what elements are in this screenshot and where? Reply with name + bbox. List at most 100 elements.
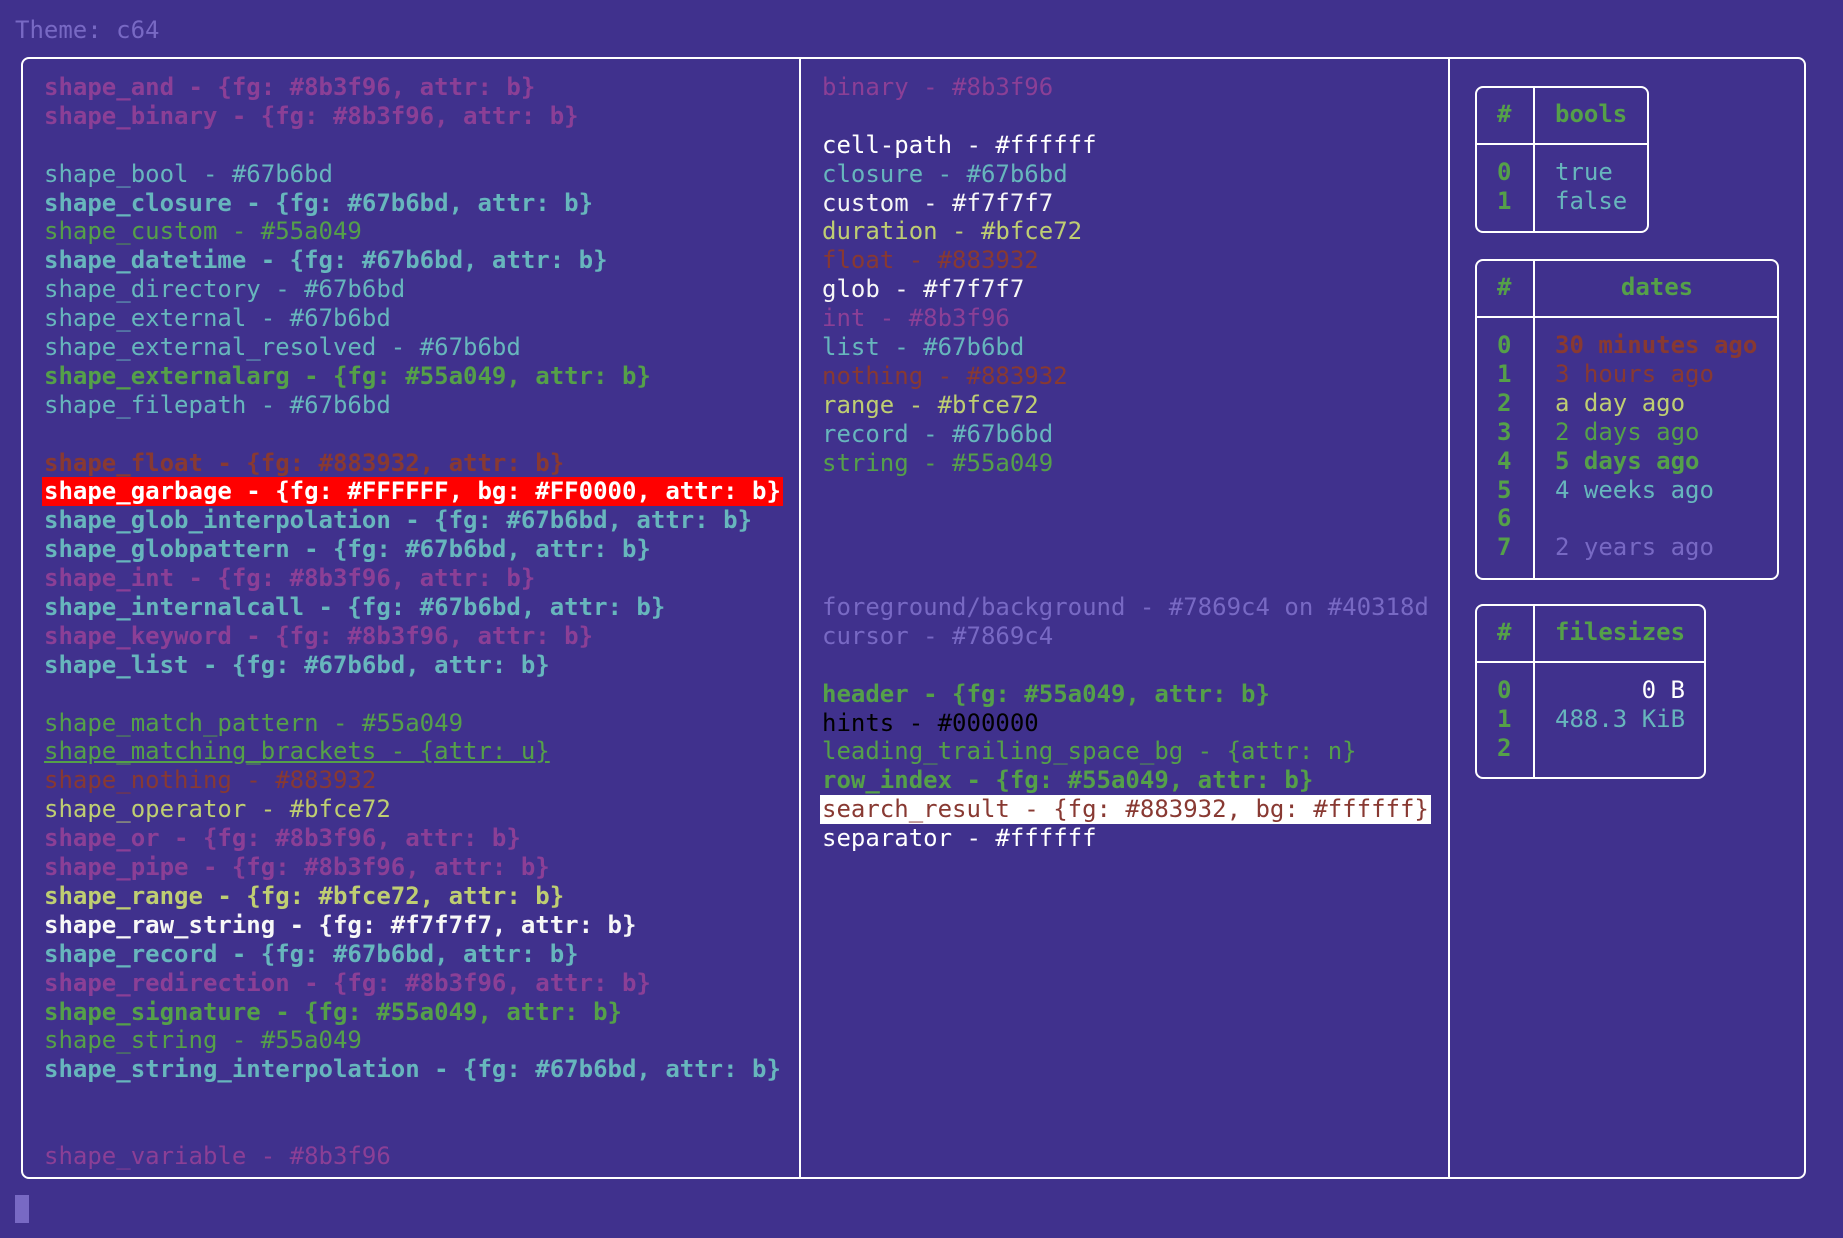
shape-style-line [44, 1084, 783, 1113]
shape-style-line: shape_pipe - {fg: #8b3f96, attr: b} [44, 853, 783, 882]
shape-style-text: shape_redirection - {fg: #8b3f96, attr: … [44, 968, 651, 997]
type-style-text: range - #bfce72 [822, 390, 1039, 419]
type-style-text: string - #55a049 [822, 448, 1054, 477]
type-style-text: cursor - #7869c4 [822, 621, 1054, 650]
type-style-text: custom - #f7f7f7 [822, 188, 1054, 217]
filesizes-index-header: # [1497, 618, 1512, 646]
shape-style-text: shape_internalcall - {fg: #67b6bd, attr:… [44, 593, 666, 622]
shape-style-text: shape_raw_string - {fg: #f7f7f7, attr: b… [44, 910, 637, 939]
shape-style-text: shape_directory - #67b6bd [44, 275, 406, 304]
shape-style-text: shape_pipe - {fg: #8b3f96, attr: b} [44, 853, 550, 882]
dates-row-index: 7 [1497, 533, 1512, 562]
type-style-line: foreground/background - #7869c4 on #4031… [822, 593, 1431, 622]
filesizes-header: filesizes [1555, 618, 1686, 646]
type-style-line: int - #8b3f96 [822, 304, 1431, 333]
dates-row-value: a day ago [1555, 388, 1686, 417]
shape-style-line: shape_directory - #67b6bd [44, 275, 783, 304]
shape-style-text: shape_nothing - #883932 [44, 766, 377, 795]
type-style-line: cell-path - #ffffff [822, 131, 1431, 160]
shape-style-line [44, 680, 783, 709]
type-style-line: cursor - #7869c4 [822, 622, 1431, 651]
type-style-line [822, 564, 1431, 593]
type-style-line: leading_trailing_space_bg - {attr: n} [822, 737, 1431, 766]
type-style-text: leading_trailing_space_bg - {attr: n} [822, 737, 1357, 766]
shape-style-text: shape_bool - #67b6bd [44, 159, 333, 188]
shape-style-line: shape_signature - {fg: #55a049, attr: b} [44, 998, 783, 1027]
shape-style-text: shape_garbage - {fg: #FFFFFF, bg: #FF000… [42, 477, 783, 507]
shape-style-line: shape_or - {fg: #8b3f96, attr: b} [44, 824, 783, 853]
shape-style-text: shape_datetime - {fg: #67b6bd, attr: b} [44, 246, 608, 275]
bools-row-value: true [1555, 158, 1613, 186]
shape-style-line: shape_internalcall - {fg: #67b6bd, attr:… [44, 593, 783, 622]
shape-style-text: shape_glob_interpolation - {fg: #67b6bd,… [44, 506, 753, 535]
dates-table: # dates 0 30 minutes ago 1 3 hours ago 2 a da… [1475, 259, 1779, 580]
filesizes-row-value: 0 B [1641, 676, 1685, 704]
type-style-line: range - #bfce72 [822, 391, 1431, 420]
type-style-text: glob - #f7f7f7 [822, 275, 1025, 304]
filesizes-row-index: 0 [1497, 676, 1512, 704]
type-style-text: foreground/background - #7869c4 on #4031… [822, 593, 1429, 622]
type-style-line: binary - #8b3f96 [822, 73, 1431, 102]
shape-style-line: shape_external_resolved - #67b6bd [44, 333, 783, 362]
bools-table: # bools 0 true 1 false [1475, 86, 1649, 233]
column-divider-right [1448, 59, 1450, 1177]
shape-style-line: shape_filepath - #67b6bd [44, 391, 783, 420]
dates-row-index: 1 [1497, 359, 1512, 388]
filesizes-row-index: 1 [1497, 704, 1512, 733]
type-style-text: closure - #67b6bd [822, 159, 1068, 188]
type-style-text: cell-path - #ffffff [822, 130, 1097, 159]
dates-row-index: 2 [1497, 388, 1512, 417]
type-style-text: row_index - {fg: #55a049, attr: b} [822, 766, 1314, 795]
shape-style-line [44, 420, 783, 449]
type-style-text: hints - #000000 [822, 708, 1039, 737]
type-style-text: float - #883932 [822, 246, 1039, 275]
filesizes-table: # filesizes 0 0 B 1 488.3 KiB 2 [1475, 604, 1706, 779]
dates-row-index: 5 [1497, 475, 1512, 504]
dates-row-value: 30 minutes ago [1555, 331, 1758, 359]
dates-row-value: 4 weeks ago [1555, 475, 1714, 504]
shape-style-text: shape_filepath - #67b6bd [44, 390, 391, 419]
shape-style-line: shape_record - {fg: #67b6bd, attr: b} [44, 940, 783, 969]
shape-style-line: shape_range - {fg: #bfce72, attr: b} [44, 882, 783, 911]
shape-style-line: shape_matching_brackets - {attr: u} [44, 737, 783, 766]
type-style-line: string - #55a049 [822, 449, 1431, 478]
type-style-line [822, 506, 1431, 535]
column-divider-left [799, 59, 801, 1177]
dates-row-value: 3 hours ago [1555, 359, 1714, 388]
shape-style-text: shape_string - #55a049 [44, 1026, 362, 1055]
type-style-line [822, 651, 1431, 680]
shape-style-text: shape_external - #67b6bd [44, 304, 391, 333]
shape-style-text: shape_binary - {fg: #8b3f96, attr: b} [44, 101, 579, 130]
shape-style-line: shape_globpattern - {fg: #67b6bd, attr: … [44, 535, 783, 564]
type-style-text: binary - #8b3f96 [822, 73, 1054, 101]
type-styles-list: binary - #8b3f96 cell-path - #ffffff closu… [820, 73, 1431, 853]
shape-style-text: shape_int - {fg: #8b3f96, attr: b} [44, 564, 536, 593]
shape-style-line: shape_and - {fg: #8b3f96, attr: b} [44, 73, 783, 102]
shape-style-line: shape_nothing - #883932 [44, 766, 783, 795]
type-style-line: hints - #000000 [822, 709, 1431, 738]
shape-style-line: shape_string_interpolation - {fg: #67b6b… [44, 1055, 783, 1084]
shape-style-line: shape_externalarg - {fg: #55a049, attr: … [44, 362, 783, 391]
shape-style-line: shape_keyword - {fg: #8b3f96, attr: b} [44, 622, 783, 651]
shape-style-line: shape_string - #55a049 [44, 1026, 783, 1055]
dates-row-value: 2 years ago [1555, 533, 1714, 562]
type-style-text: int - #8b3f96 [822, 304, 1010, 333]
theme-preview-frame: shape_and - {fg: #8b3f96, attr: b} shape_… [21, 57, 1806, 1179]
shape-style-text: shape_externalarg - {fg: #55a049, attr: … [44, 361, 651, 390]
shape-style-text: shape_record - {fg: #67b6bd, attr: b} [44, 939, 579, 968]
dates-row-index: 3 [1497, 417, 1512, 446]
type-style-line: list - #67b6bd [822, 333, 1431, 362]
shape-style-text: shape_custom - #55a049 [44, 217, 362, 246]
shape-style-line [44, 1113, 783, 1142]
dates-row-value: 5 days ago [1555, 446, 1700, 475]
type-style-text: nothing - #883932 [822, 361, 1068, 390]
bools-index-header: # [1497, 100, 1512, 128]
shape-style-line: shape_closure - {fg: #67b6bd, attr: b} [44, 189, 783, 218]
bools-row-value: false [1555, 186, 1628, 215]
type-style-line: duration - #bfce72 [822, 217, 1431, 246]
filesizes-row-index: 2 [1497, 733, 1512, 762]
type-style-line: float - #883932 [822, 246, 1431, 275]
shape-style-line: shape_binary - {fg: #8b3f96, attr: b} [44, 102, 783, 131]
shape-styles-list: shape_and - {fg: #8b3f96, attr: b} shape_… [42, 73, 783, 1171]
terminal-cursor [15, 1195, 29, 1223]
